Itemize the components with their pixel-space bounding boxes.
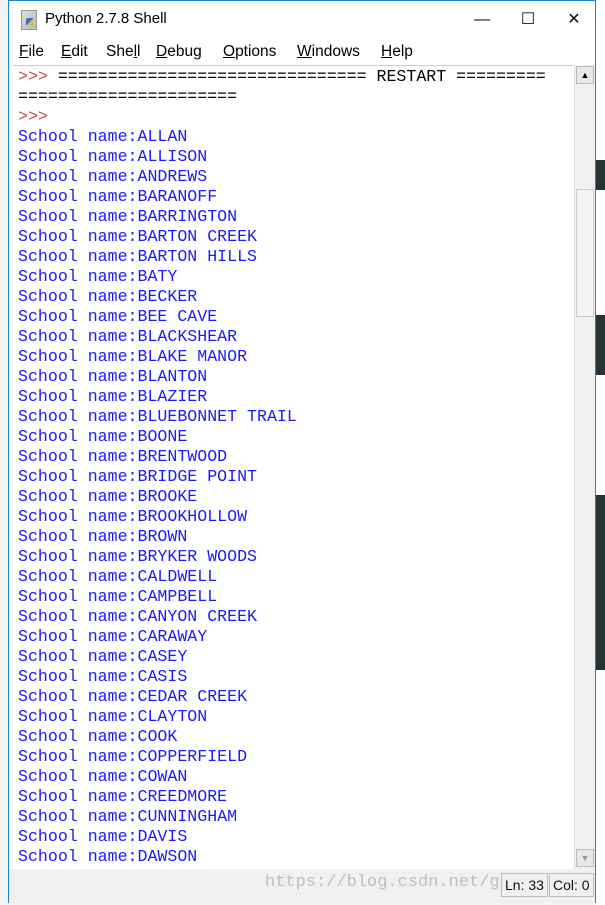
scroll-up-arrow-icon[interactable]: ▲	[576, 66, 594, 84]
title-bar[interactable]: Python 2.7.8 Shell — ☐ ✕	[9, 1, 595, 39]
minimize-button[interactable]: —	[459, 1, 505, 39]
restart-line-wrap: ======================	[18, 87, 238, 106]
output-line: School name:CREEDMORE	[18, 787, 228, 806]
prompt: >>>	[18, 67, 48, 86]
maximize-button[interactable]: ☐	[505, 1, 551, 39]
background-code-block	[596, 160, 605, 190]
watermark: https://blog.csdn.net/g	[265, 873, 500, 892]
output-line: School name:CARAWAY	[18, 627, 208, 646]
output-line: School name:BOONE	[18, 427, 188, 446]
background-page	[596, 0, 605, 905]
output-line: School name:BLAZIER	[18, 387, 208, 406]
output-line: School name:ALLAN	[18, 127, 188, 146]
output-line: School name:BRENTWOOD	[18, 447, 228, 466]
output-line: School name:BROOKE	[18, 487, 198, 506]
column-number: Col: 0	[549, 873, 594, 897]
output-line: School name:COPPERFIELD	[18, 747, 248, 766]
prompt: >>>	[18, 107, 48, 126]
output-line: School name:BRYKER WOODS	[18, 547, 257, 566]
output-line: School name:COWAN	[18, 767, 188, 786]
window-title: Python 2.7.8 Shell	[45, 10, 167, 27]
background-code-block	[596, 495, 605, 670]
output-line: School name:BARRINGTON	[18, 207, 238, 226]
python-file-icon	[21, 10, 37, 30]
output-line: School name:CLAYTON	[18, 707, 208, 726]
output-line: School name:CASIS	[18, 667, 188, 686]
restart-line: >>> =============================== REST…	[18, 67, 546, 87]
output-line: School name:BROOKHOLLOW	[18, 507, 248, 526]
restart-text: =============================== RESTART …	[47, 67, 546, 86]
vertical-scrollbar[interactable]: ▲ ▼	[574, 65, 595, 869]
output-line: School name:BECKER	[18, 287, 198, 306]
background-code-block	[596, 315, 605, 375]
output-line: School name:DAVIS	[18, 827, 188, 846]
output-line: School name:BLUEBONNET TRAIL	[18, 407, 297, 426]
menu-shell[interactable]: Shell	[106, 43, 141, 61]
output-line: School name:BARTON HILLS	[18, 247, 257, 266]
output-line: School name:BLACKSHEAR	[18, 327, 238, 346]
output-line: School name:CAMPBELL	[18, 587, 218, 606]
output-line: School name:ANDREWS	[18, 167, 208, 186]
output-line: School name:BEE CAVE	[18, 307, 218, 326]
output-line: School name:ALLISON	[18, 147, 208, 166]
output-line: School name:CUNNINGHAM	[18, 807, 238, 826]
output-line: School name:BRIDGE POINT	[18, 467, 257, 486]
shell-text-area[interactable]: >>> =============================== REST…	[13, 65, 573, 876]
scrollbar-thumb[interactable]	[576, 189, 594, 317]
output-line: School name:BLAKE MANOR	[18, 347, 248, 366]
output-line: School name:CASEY	[18, 647, 188, 666]
menu-bar: File Edit Shell Debug Options Windows He…	[9, 39, 595, 65]
menu-edit[interactable]: Edit	[61, 43, 88, 61]
line-number: Ln: 33	[501, 873, 548, 897]
output-line: School name:CEDAR CREEK	[18, 687, 248, 706]
menu-file[interactable]: File	[19, 43, 44, 61]
output-line: School name:CANYON CREEK	[18, 607, 257, 626]
menu-options[interactable]: Options	[223, 43, 276, 61]
menu-debug[interactable]: Debug	[156, 43, 202, 61]
output-line: School name:BARTON CREEK	[18, 227, 257, 246]
output-line: School name:BROWN	[18, 527, 188, 546]
menu-windows[interactable]: Windows	[297, 43, 360, 61]
menu-help[interactable]: Help	[381, 43, 413, 61]
output-line: School name:DAWSON	[18, 847, 198, 866]
output-line: School name:CALDWELL	[18, 567, 218, 586]
python-shell-window: Python 2.7.8 Shell — ☐ ✕ File Edit Shell…	[8, 0, 596, 903]
output-line: School name:BLANTON	[18, 367, 208, 386]
output-line: School name:BATY	[18, 267, 178, 286]
output-line: School name:COOK	[18, 727, 178, 746]
output-line: School name:BARANOFF	[18, 187, 218, 206]
scroll-down-arrow-icon[interactable]: ▼	[576, 849, 594, 867]
close-button[interactable]: ✕	[551, 1, 597, 39]
